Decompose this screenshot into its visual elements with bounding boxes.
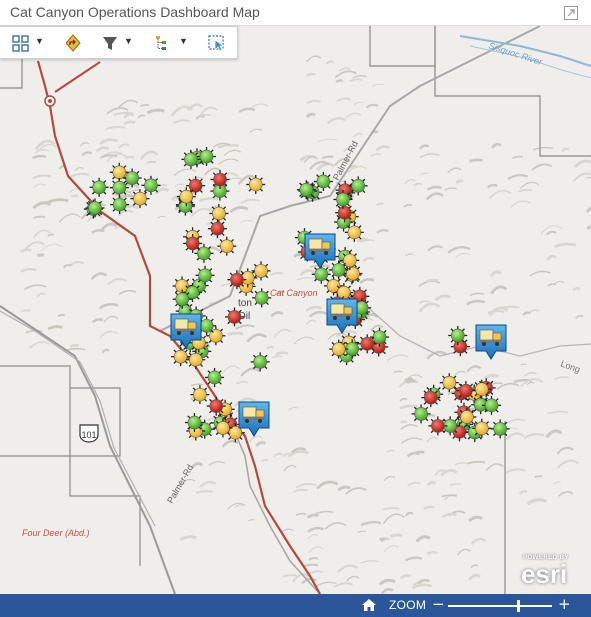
highway-101-shield: 101 xyxy=(79,424,99,443)
well-marker[interactable] xyxy=(357,334,377,354)
chevron-down-icon[interactable]: ▼ xyxy=(179,36,188,46)
well-marker[interactable] xyxy=(490,419,510,439)
well-marker[interactable] xyxy=(439,373,459,393)
well-marker[interactable] xyxy=(184,413,204,433)
cat-canyon-label: Cat Canyon xyxy=(270,288,318,298)
well-marker[interactable] xyxy=(89,177,109,197)
well-marker[interactable] xyxy=(183,233,203,253)
well-marker[interactable] xyxy=(411,404,431,424)
well-marker[interactable] xyxy=(448,325,468,345)
esri-attribution[interactable]: POWERED BY esri xyxy=(515,555,585,589)
well-marker[interactable] xyxy=(333,189,353,209)
select-icon[interactable] xyxy=(207,33,227,53)
well-marker[interactable] xyxy=(209,204,229,224)
maximize-icon[interactable] xyxy=(563,5,579,21)
well-marker[interactable] xyxy=(186,350,206,370)
well-marker[interactable] xyxy=(456,381,476,401)
zoom-out-button[interactable]: − xyxy=(432,595,445,613)
well-marker[interactable] xyxy=(246,174,266,194)
well-marker[interactable] xyxy=(344,222,364,242)
well-marker[interactable] xyxy=(172,289,192,309)
well-marker[interactable] xyxy=(85,198,105,218)
four-deer-label: Four Deer (Abd.) xyxy=(22,528,90,538)
well-marker[interactable] xyxy=(457,407,477,427)
chevron-down-icon[interactable]: ▼ xyxy=(35,36,44,46)
well-marker[interactable] xyxy=(109,178,129,198)
title-bar: Cat Canyon Operations Dashboard Map xyxy=(0,0,591,26)
well-marker[interactable] xyxy=(252,288,272,308)
layer-list-icon[interactable] xyxy=(154,33,174,53)
basemap[interactable]: 101 Sisquoc River Palmer-Rd Palmer-Rd Ca… xyxy=(0,26,591,594)
well-marker[interactable] xyxy=(348,176,368,196)
well-marker[interactable] xyxy=(141,175,161,195)
map-canvas[interactable]: 101 Sisquoc River Palmer-Rd Palmer-Rd Ca… xyxy=(0,26,591,594)
oilfield-label-a: ton xyxy=(238,298,252,309)
esri-logo: esri xyxy=(521,559,568,589)
well-marker[interactable] xyxy=(227,270,247,290)
zoom-in-button[interactable]: + xyxy=(558,595,571,613)
well-marker[interactable] xyxy=(482,395,502,415)
filter-icon[interactable] xyxy=(102,33,118,53)
well-marker[interactable] xyxy=(110,195,130,215)
well-marker[interactable] xyxy=(343,264,363,284)
well-marker[interactable] xyxy=(329,260,349,280)
well-marker[interactable] xyxy=(250,352,270,372)
well-marker[interactable] xyxy=(296,180,316,200)
well-marker[interactable] xyxy=(335,203,355,223)
chevron-down-icon[interactable]: ▼ xyxy=(124,36,133,46)
directions-icon[interactable] xyxy=(64,33,82,53)
well-marker[interactable] xyxy=(197,147,217,167)
well-marker[interactable] xyxy=(428,416,448,436)
highway-label: 101 xyxy=(81,430,96,440)
layers-icon[interactable] xyxy=(12,33,30,53)
well-marker[interactable] xyxy=(130,189,150,209)
well-marker[interactable] xyxy=(190,385,210,405)
home-icon[interactable] xyxy=(361,597,377,613)
well-marker[interactable] xyxy=(181,149,201,169)
well-marker[interactable] xyxy=(207,219,227,239)
well-marker[interactable] xyxy=(217,236,237,256)
zoom-bar: ZOOM − + xyxy=(0,594,591,617)
zoom-label: ZOOM xyxy=(389,598,427,612)
well-marker[interactable] xyxy=(210,170,230,190)
well-marker[interactable] xyxy=(206,396,226,416)
well-marker[interactable] xyxy=(472,418,492,438)
well-marker[interactable] xyxy=(224,307,244,327)
well-marker[interactable] xyxy=(205,367,225,387)
well-marker[interactable] xyxy=(329,339,349,359)
zoom-slider[interactable] xyxy=(448,600,552,612)
well-marker[interactable] xyxy=(421,388,441,408)
well-marker[interactable] xyxy=(171,347,191,367)
window-title: Cat Canyon Operations Dashboard Map xyxy=(10,4,260,20)
map-toolbar: ▼ ▼ ▼ xyxy=(0,26,238,59)
well-marker[interactable] xyxy=(195,265,215,285)
poi-marker xyxy=(44,95,56,107)
well-marker[interactable] xyxy=(472,379,492,399)
well-marker[interactable] xyxy=(176,187,196,207)
map-widget: Cat Canyon Operations Dashboard Map 101 … xyxy=(0,0,591,617)
zoom-slider-handle[interactable] xyxy=(517,600,521,612)
well-marker[interactable] xyxy=(213,418,233,438)
